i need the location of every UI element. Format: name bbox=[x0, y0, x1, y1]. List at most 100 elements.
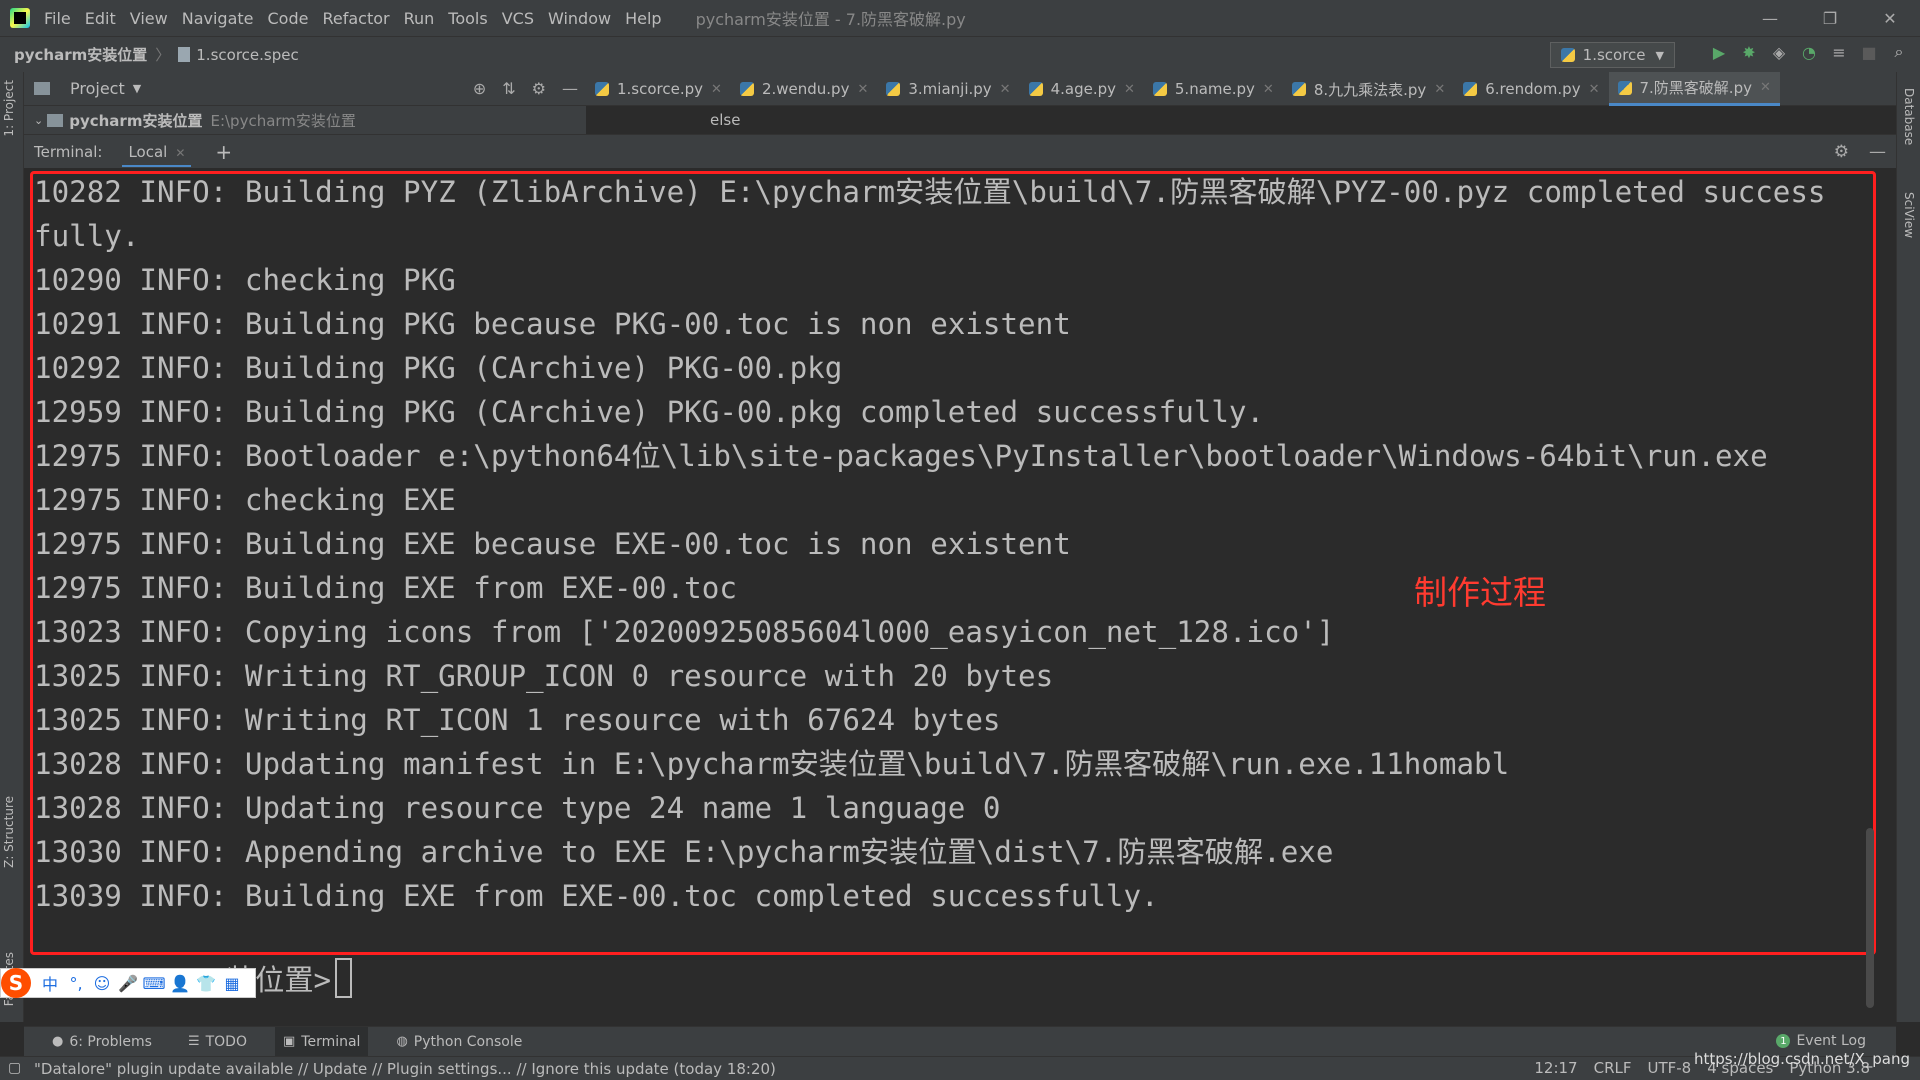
project-tree-root[interactable]: ⌄ pycharm安装位置 E:\pycharm安装位置 bbox=[24, 106, 586, 134]
python-file-icon bbox=[1028, 82, 1043, 96]
window-controls: — ❐ ✕ bbox=[1740, 0, 1920, 36]
tool-tab-python-console[interactable]: ◍ Python Console bbox=[388, 1027, 530, 1057]
breadcrumb-file-label: 1.scorce.spec bbox=[196, 45, 299, 64]
editor-tab[interactable]: 5.name.py ✕ bbox=[1144, 72, 1283, 106]
close-icon[interactable]: ✕ bbox=[1434, 82, 1445, 97]
menu-window[interactable]: Window bbox=[548, 9, 611, 28]
run-config-select[interactable]: 1.scorce ▼ bbox=[1549, 42, 1675, 68]
locate-icon[interactable]: ⊕ bbox=[473, 79, 486, 98]
grid-icon[interactable]: ▦ bbox=[221, 972, 243, 994]
collapse-icon[interactable]: ⇅ bbox=[502, 79, 515, 98]
run-icon[interactable]: ▶ bbox=[1710, 43, 1728, 62]
emoji-icon[interactable]: ☺ bbox=[91, 972, 113, 994]
terminal-tab-local[interactable]: Local ✕ bbox=[122, 137, 192, 167]
menu-refactor[interactable]: Refactor bbox=[322, 9, 389, 28]
event-log-label: Event Log bbox=[1796, 1033, 1866, 1049]
stop-icon[interactable]: ■ bbox=[1860, 43, 1878, 62]
gear-icon[interactable]: ⚙ bbox=[532, 79, 546, 98]
keyboard-icon[interactable]: ⌨ bbox=[142, 972, 165, 994]
event-count-badge: 1 bbox=[1776, 1034, 1791, 1048]
close-icon[interactable]: ✕ bbox=[1760, 80, 1771, 95]
problems-icon: ● bbox=[52, 1034, 64, 1049]
gear-icon[interactable]: ⚙ bbox=[1834, 142, 1849, 162]
tab-label: 2.wendu.py bbox=[761, 80, 850, 98]
terminal-tool-label: Terminal bbox=[301, 1033, 361, 1050]
run-config-label: 1.scorce bbox=[1582, 46, 1646, 64]
add-terminal-icon[interactable]: + bbox=[215, 140, 232, 164]
tool-tab-todo[interactable]: ☰ TODO bbox=[180, 1027, 255, 1057]
python-file-icon bbox=[739, 82, 754, 96]
chevron-down-icon[interactable]: ⌄ bbox=[34, 114, 43, 127]
close-icon[interactable]: ✕ bbox=[711, 82, 722, 97]
terminal-scrollbar[interactable] bbox=[1866, 828, 1874, 1008]
ime-toolbar: S 中 °, ☺ 🎤 ⌨ 👤 👕 ▦ bbox=[0, 968, 256, 998]
editor-tab[interactable]: 4.age.py ✕ bbox=[1020, 72, 1144, 106]
coverage-icon[interactable]: ◈ bbox=[1770, 43, 1788, 62]
profile-icon[interactable]: ◔ bbox=[1800, 43, 1818, 62]
event-log-button[interactable]: 1 Event Log bbox=[1776, 1033, 1866, 1049]
close-icon[interactable]: ✕ bbox=[1860, 0, 1920, 36]
close-icon[interactable]: ✕ bbox=[1124, 82, 1135, 97]
python-file-icon bbox=[1152, 82, 1167, 96]
status-message[interactable]: "Datalore" plugin update available // Up… bbox=[34, 1060, 776, 1078]
user-icon[interactable]: 👤 bbox=[169, 972, 191, 994]
minimize-icon[interactable]: — bbox=[1740, 0, 1800, 36]
menu-navigate[interactable]: Navigate bbox=[182, 9, 254, 28]
menu-help[interactable]: Help bbox=[625, 9, 661, 28]
close-icon[interactable]: ✕ bbox=[1000, 82, 1011, 97]
menu-vcs[interactable]: VCS bbox=[502, 9, 534, 28]
breadcrumb-file[interactable]: 1.scorce.spec bbox=[178, 45, 299, 64]
tab-label: 1.scorce.py bbox=[617, 80, 704, 98]
menu-run[interactable]: Run bbox=[404, 9, 435, 28]
caret-position[interactable]: 12:17 bbox=[1534, 1059, 1577, 1077]
right-tool-stripe: Database SciView bbox=[1896, 72, 1920, 1022]
search-icon[interactable]: ⌕ bbox=[1890, 42, 1908, 61]
debug-icon[interactable]: ✸ bbox=[1740, 43, 1758, 62]
menu-code[interactable]: Code bbox=[268, 9, 309, 28]
tab-label: 7.防黑客破解.py bbox=[1639, 79, 1752, 97]
ime-mode-toggle[interactable]: 中 bbox=[39, 972, 61, 994]
tab-label: 4.age.py bbox=[1050, 80, 1116, 98]
tab-label: 5.name.py bbox=[1174, 80, 1255, 98]
project-view-title[interactable]: Project bbox=[70, 79, 125, 98]
editor-area[interactable]: else bbox=[586, 106, 1896, 134]
skin-icon[interactable]: 👕 bbox=[195, 972, 217, 994]
editor-tab-active[interactable]: 7.防黑客破解.py ✕ bbox=[1608, 72, 1780, 106]
status-bar: ▢ "Datalore" plugin update available // … bbox=[0, 1056, 1920, 1080]
tool-tab-terminal[interactable]: ▣ Terminal bbox=[274, 1026, 369, 1057]
tool-tab-problems[interactable]: ● 6: Problems bbox=[44, 1027, 160, 1057]
menu-view[interactable]: View bbox=[130, 9, 168, 28]
menu-file[interactable]: File bbox=[44, 9, 71, 28]
project-panel-header: Project ▼ ⊕ ⇅ ⚙ — bbox=[24, 72, 586, 106]
tool-tab-database[interactable]: Database bbox=[1902, 88, 1916, 145]
concurrency-icon[interactable]: ≡ bbox=[1830, 43, 1848, 62]
tool-tab-project[interactable]: 1: Project bbox=[2, 80, 16, 137]
menu-tools[interactable]: Tools bbox=[448, 9, 487, 28]
chevron-down-icon[interactable]: ▼ bbox=[133, 82, 141, 95]
editor-tab[interactable]: 6.rendom.py ✕ bbox=[1454, 72, 1608, 106]
hide-icon[interactable]: — bbox=[1869, 142, 1886, 162]
tool-tab-structure[interactable]: Z: Structure bbox=[2, 796, 16, 868]
close-icon[interactable]: ✕ bbox=[857, 82, 868, 97]
line-separator[interactable]: CRLF bbox=[1594, 1059, 1632, 1077]
breadcrumb-project[interactable]: pycharm安装位置 bbox=[14, 44, 147, 65]
tool-tab-sciview[interactable]: SciView bbox=[1902, 192, 1916, 238]
menu-edit[interactable]: Edit bbox=[85, 9, 116, 28]
close-icon[interactable]: ✕ bbox=[1263, 82, 1274, 97]
editor-tab[interactable]: 8.九九乘法表.py ✕ bbox=[1283, 72, 1454, 106]
close-icon[interactable]: ✕ bbox=[1589, 82, 1600, 97]
hide-icon[interactable]: — bbox=[562, 79, 578, 98]
terminal-output[interactable]: 10282 INFO: Building PYZ (ZlibArchive) E… bbox=[24, 168, 1880, 1026]
project-root-path: E:\pycharm安装位置 bbox=[210, 111, 356, 130]
editor-tab[interactable]: 3.mianji.py ✕ bbox=[877, 72, 1019, 106]
microphone-icon[interactable]: 🎤 bbox=[117, 972, 139, 994]
annotation-label: 制作过程 bbox=[1414, 573, 1546, 612]
status-toggle-icon[interactable]: ▢ bbox=[8, 1060, 21, 1076]
restore-icon[interactable]: ❐ bbox=[1800, 0, 1860, 36]
sogou-logo-icon[interactable]: S bbox=[1, 968, 31, 998]
ime-punctuation-toggle[interactable]: °, bbox=[65, 972, 87, 994]
close-icon[interactable]: ✕ bbox=[175, 146, 185, 160]
editor-tab[interactable]: 1.scorce.py ✕ bbox=[586, 72, 731, 106]
file-encoding[interactable]: UTF-8 bbox=[1648, 1059, 1692, 1077]
editor-tab[interactable]: 2.wendu.py ✕ bbox=[731, 72, 877, 106]
